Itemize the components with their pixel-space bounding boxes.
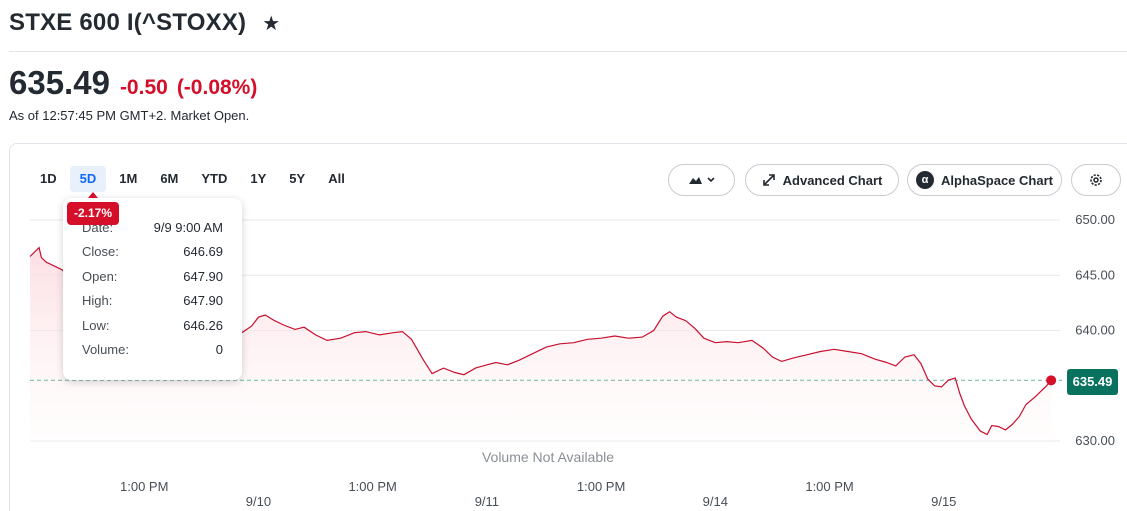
tooltip-row-close: Close: 646.69 <box>82 244 223 262</box>
y-tick-label: 640.00 <box>1075 323 1115 338</box>
tooltip-row-high: High: 647.90 <box>82 293 223 311</box>
current-price-tag: 635.49 <box>1067 369 1118 395</box>
volume-not-available-label: Volume Not Available <box>482 449 614 465</box>
tooltip-row-low: Low: 646.26 <box>82 318 223 336</box>
current-price-marker <box>1046 375 1057 386</box>
change-badge: -2.17% <box>67 202 119 225</box>
hover-tooltip: Date: 9/9 9:00 AM Close: 646.69 Open: 64… <box>63 198 242 380</box>
y-axis: 650.00 645.00 640.00 630.00 <box>1075 212 1115 448</box>
x-tick-label: 1:00 PM <box>577 479 625 494</box>
x-tick-label: 9/15 <box>931 494 956 509</box>
x-tick-label: 9/11 <box>475 494 499 509</box>
tooltip-value: 646.69 <box>183 244 223 259</box>
x-axis: 1:00 PM 9/10 1:00 PM 9/11 1:00 PM 9/14 1:00 PM… <box>120 479 956 509</box>
x-tick-label: 9/14 <box>703 494 728 509</box>
badge-pointer <box>88 192 98 198</box>
y-tick-label: 630.00 <box>1075 433 1115 448</box>
tooltip-label: Close: <box>82 244 119 259</box>
tooltip-label: Low: <box>82 318 110 333</box>
x-tick-label: 1:00 PM <box>348 479 396 494</box>
tooltip-row-volume: Volume: 0 <box>82 342 223 360</box>
x-tick-label: 1:00 PM <box>805 479 853 494</box>
y-tick-label: 645.00 <box>1075 267 1115 282</box>
tooltip-label: Open: <box>82 269 118 284</box>
tooltip-value: 0 <box>215 342 223 357</box>
tooltip-value: 647.90 <box>183 293 223 308</box>
tooltip-label: Volume: <box>82 342 129 357</box>
x-tick-label: 1:00 PM <box>120 479 168 494</box>
tooltip-value: 646.26 <box>183 318 223 333</box>
y-tick-label: 650.00 <box>1075 212 1115 227</box>
tooltip-label: High: <box>82 293 113 308</box>
tooltip-value: 9/9 9:00 AM <box>153 220 223 235</box>
tooltip-value: 647.90 <box>183 269 223 284</box>
tooltip-row-open: Open: 647.90 <box>82 269 223 287</box>
x-tick-label: 9/10 <box>246 494 271 509</box>
